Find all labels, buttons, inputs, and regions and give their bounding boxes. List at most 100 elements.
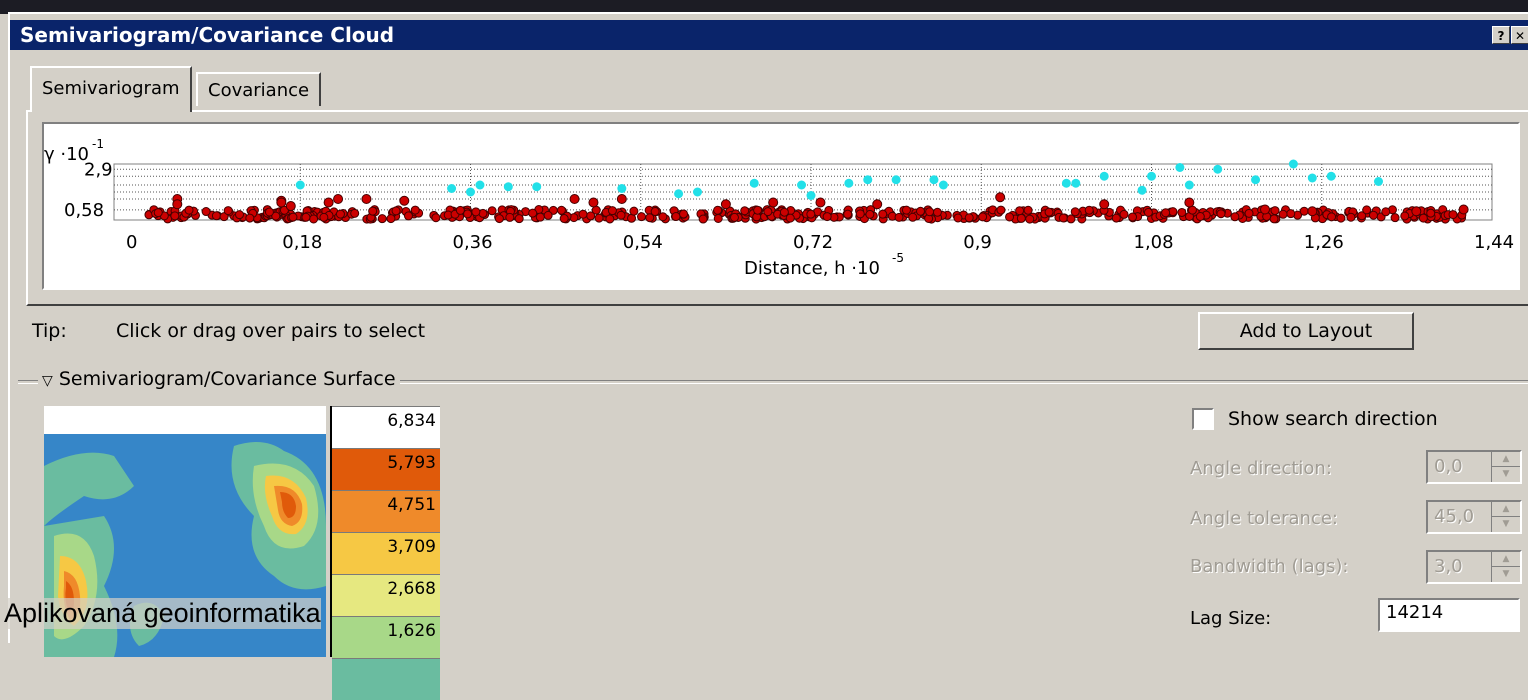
red-band-point-459 [1216,209,1226,219]
angle-tolerance-arrows[interactable]: ▲ ▼ [1491,502,1520,532]
red-band-point-377 [223,206,233,216]
red-band-point-482 [932,207,942,217]
red-band-point-274 [578,209,588,219]
red-band-point-235 [953,213,963,223]
red-point-7 [361,194,372,204]
red-band-point-499 [1448,210,1458,220]
lag-size-input[interactable]: 14214 [1378,598,1520,632]
red-point-4 [285,201,296,211]
red-band-point-475 [1381,207,1391,217]
red-band-point-367 [637,212,647,222]
red-band-point-470 [1111,213,1121,223]
angle-tolerance-spinner[interactable]: 45,0 ▲ ▼ [1426,500,1522,534]
show-search-direction-label[interactable]: Show search direction [1228,408,1438,430]
angle-direction-arrows[interactable]: ▲ ▼ [1491,452,1520,482]
cyan-point-1 [447,184,457,193]
close-button[interactable]: ✕ [1511,26,1528,44]
red-point-3 [276,197,287,208]
red-point-22 [1458,204,1469,215]
legend-value-5: 1,626 [387,621,436,641]
red-band-point-517 [763,207,773,217]
legend-band-last [332,658,440,700]
legend-value-4: 2,668 [387,579,436,599]
red-band-point-490 [301,212,311,222]
add-to-layout-button[interactable]: Add to Layout [1198,312,1414,350]
red-band-point-312 [671,212,681,222]
red-band-point-419 [455,205,465,215]
bandwidth-value: 3,0 [1434,556,1463,577]
spin-down-icon: ▼ [1502,469,1510,479]
red-band-point-507 [288,212,298,222]
cyan-point-5 [532,182,542,192]
legend-band-4: 2,668 [332,574,440,616]
red-point-15 [872,199,883,210]
surface-group-header[interactable]: ▽ Semivariogram/Covariance Surface [38,368,400,390]
red-band-point-432 [1269,214,1279,224]
red-band-point-454 [1230,212,1240,222]
watermark-text: Aplikovaná geoinformatika [4,598,321,629]
x-ticks: 0 0,18 0,36 0,54 0,72 0,9 1,08 1,26 1,44 [126,232,1514,253]
y-axis-exponent: -1 [92,137,104,151]
surface-legend: 6,834 5,793 4,751 3,709 2,668 1,626 [330,406,440,700]
red-band-point-474 [1346,212,1356,222]
red-band-point-148 [740,206,750,216]
bandwidth-spinner[interactable]: 3,0 ▲ ▼ [1426,550,1522,584]
red-band-point-409 [901,205,911,215]
red-band-point-371 [729,212,739,222]
x-tick-label-3: 0,54 [623,232,663,253]
x-tick-label-4: 0,72 [793,232,833,253]
red-band-point-479 [1327,212,1337,222]
red-band-point-498 [1005,212,1015,222]
red-band-point-10 [377,214,387,224]
cyan-point-10 [797,180,807,190]
cyan-point-6 [617,184,627,193]
red-band-point-476 [679,209,689,219]
lag-size-label: Lag Size: [1190,608,1272,629]
chart-svg[interactable]: γ ·10 -1 0,58 2,9 0 0,18 0,36 0,54 0,72 0,9 1,0… [44,124,1518,288]
red-point-8 [399,195,410,206]
red-band-point-383 [403,211,413,221]
cyan-point-25 [1251,175,1261,185]
bandwidth-arrows[interactable]: ▲ ▼ [1491,552,1520,582]
cyan-point-16 [938,180,948,190]
red-band-point-293 [494,214,504,224]
y-tick-label-1: 2,9 [84,159,113,180]
angle-direction-spinner[interactable]: 0,0 ▲ ▼ [1426,450,1522,484]
red-band-point-477 [629,206,639,216]
red-band-point-378 [1044,207,1054,217]
y-tick-label-0: 0,58 [64,200,104,221]
y-ticks: 0,58 2,9 [64,159,113,221]
red-band-point-457 [153,208,163,218]
red-band-point-451 [234,210,244,220]
red-band-point-368 [964,213,974,223]
help-button[interactable]: ? [1492,26,1510,44]
red-band-point-514 [908,212,918,222]
red-point-11 [616,194,627,204]
red-band-point-434 [471,207,481,217]
red-band-point-262 [201,207,211,217]
x-tick-label-6: 1,08 [1134,232,1174,253]
x-tick-label-5: 0,9 [963,232,992,253]
red-point-20 [1307,206,1318,217]
semivariogram-window: Semivariogram/Covariance Cloud ? ✕ Semiv… [8,12,1528,700]
x-tick-label-1: 0,18 [282,232,322,253]
semivariogram-chart[interactable]: γ ·10 -1 0,58 2,9 0 0,18 0,36 0,54 0,72 0,9 1,0… [42,122,1520,290]
collapse-chevron-icon[interactable]: ▽ [42,373,53,389]
red-band-point-518 [1426,208,1436,218]
angle-tolerance-label: Angle tolerance: [1190,508,1338,529]
red-band-point-449 [915,206,925,216]
tab-covariance[interactable]: Covariance [196,72,322,106]
tab-semivariogram[interactable]: Semivariogram [30,66,192,112]
red-band-point-362 [514,214,524,224]
cyan-point-21 [1147,171,1156,181]
title-bar[interactable]: Semivariogram/Covariance Cloud ? ✕ [10,20,1528,50]
red-band-point-317 [431,213,441,223]
red-band-point-500 [1400,211,1410,221]
spin-up-icon: ▲ [1492,552,1520,567]
red-band-point-504 [245,213,255,223]
show-search-direction-checkbox[interactable] [1192,408,1214,430]
red-band-point-484 [505,212,515,222]
red-band-point-407 [487,206,497,216]
red-band-point-443 [1128,212,1138,222]
red-band-point-212 [543,210,553,220]
